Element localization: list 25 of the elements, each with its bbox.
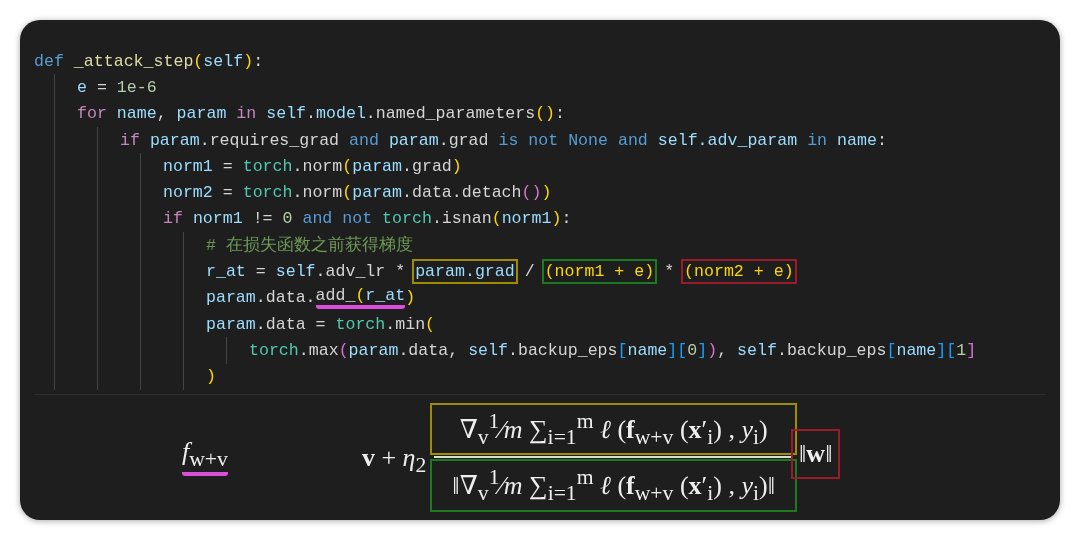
underlined-code: add_(r_at [315,286,406,309]
code-text: param.data. [206,288,316,308]
code-text: * [663,262,676,281]
code-text: if param.requires_grad and param.grad is not None and self.adv_param in name: [120,130,887,150]
code-text: norm1 = torch.norm(param.grad) [163,156,462,176]
highlighted-numerator: ∇$_{v}$$^{1}$⁄m ∑$_{i=1}$$^{m}$ ℓ (f$_{w+v}$ (x′$_{i}$) , y$_{i}$) [430,402,798,456]
code-text: param.data = torch.min( [206,314,436,334]
code-text: e = 1e-6 [77,77,157,97]
code-text: # 在损失函数之前获得梯度 [206,234,413,257]
highlighted-code: (norm2 + e) [681,259,797,284]
code-text: norm2 = torch.norm(param.data.detach()) [163,183,552,203]
code-text: r_at = self.adv_lr * [206,262,407,281]
code-text: torch.max(param.data, self.backup_eps[name][0]), self.backup_eps[name][1] [249,340,977,360]
code-text: / [523,262,536,281]
underlined-formula: f$_{w+v}$ [182,438,228,477]
code-text: def _attack_step(self): [34,51,264,71]
highlighted-norm: ‖w‖ [791,429,841,480]
highlighted-code: (norm1 + e) [541,259,658,284]
highlighted-denominator: ‖∇$_{v}$$^{1}$⁄m ∑$_{i=1}$$^{m}$ ℓ (f$_{w+v}$ (x′$_{i}$) , y$_{i}$)‖ [430,459,798,513]
highlighted-code: param.grad [412,259,518,284]
formula-text: v + η$_{2}$ [361,442,427,478]
code-text: if norm1 != 0 and not torch.isnan(norm1): [163,209,572,229]
code-text: ) [405,288,416,308]
code-text: for name, param in self.model.named_parameters(): [77,104,566,124]
code-text: ) [206,367,216,387]
